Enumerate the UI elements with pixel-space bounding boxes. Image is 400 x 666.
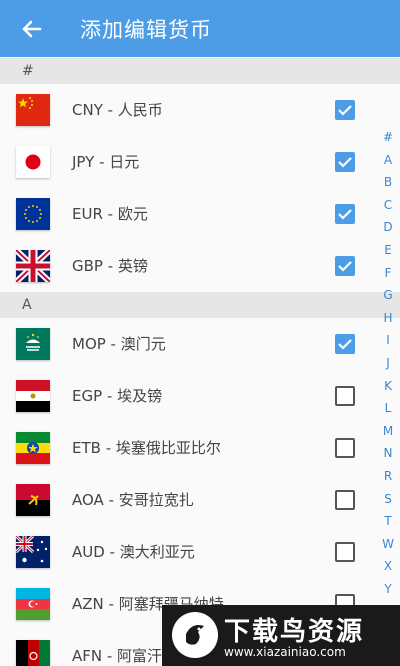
- currency-label: JPY - 日元: [72, 153, 140, 171]
- index-letter[interactable]: B: [376, 171, 400, 194]
- currency-label: AUD - 澳大利亚元: [72, 543, 195, 561]
- checkbox-checked[interactable]: [335, 152, 355, 172]
- currency-row-mop[interactable]: MOP - 澳门元: [0, 318, 372, 370]
- currency-row-aud[interactable]: AUD - 澳大利亚元: [0, 526, 372, 578]
- checkbox-unchecked[interactable]: [335, 542, 355, 562]
- index-letter[interactable]: Y: [376, 578, 400, 601]
- currency-row-cny[interactable]: CNY - 人民币: [0, 84, 372, 136]
- section-header-hash: #: [0, 58, 400, 84]
- index-letter[interactable]: K: [376, 375, 400, 398]
- japan-flag-icon: [16, 146, 50, 178]
- page-title: 添加编辑货币: [80, 18, 212, 42]
- currency-row-jpy[interactable]: JPY - 日元: [0, 136, 372, 188]
- egypt-flag-icon: [16, 380, 50, 412]
- currency-label: CNY - 人民币: [72, 101, 163, 119]
- index-letter[interactable]: H: [376, 307, 400, 330]
- index-letter[interactable]: R: [376, 465, 400, 488]
- currency-label: EUR - 欧元: [72, 205, 148, 223]
- watermark-url: www.xiazainiao.com: [224, 645, 346, 659]
- afghanistan-flag-icon: [16, 640, 50, 666]
- index-letter[interactable]: L: [376, 397, 400, 420]
- index-letter[interactable]: E: [376, 239, 400, 262]
- section-header-a: A: [0, 292, 400, 318]
- currency-label: EGP - 埃及镑: [72, 387, 163, 405]
- azerbaijan-flag-icon: [16, 588, 50, 620]
- eu-flag-icon: [16, 198, 50, 230]
- checkbox-checked[interactable]: [335, 334, 355, 354]
- index-letter[interactable]: M: [376, 420, 400, 443]
- currency-row-egp[interactable]: EGP - 埃及镑: [0, 370, 372, 422]
- australia-flag-icon: [16, 536, 50, 568]
- index-letter[interactable]: N: [376, 442, 400, 465]
- index-letter[interactable]: #: [376, 126, 400, 149]
- angola-flag-icon: [16, 484, 50, 516]
- currency-label: AOA - 安哥拉宽扎: [72, 491, 194, 509]
- arrow-left-icon[interactable]: [18, 15, 46, 43]
- index-letter[interactable]: T: [376, 510, 400, 533]
- checkbox-unchecked[interactable]: [335, 490, 355, 510]
- checkbox-checked[interactable]: [335, 256, 355, 276]
- index-letter[interactable]: X: [376, 555, 400, 578]
- currency-row-aoa[interactable]: AOA - 安哥拉宽扎: [0, 474, 372, 526]
- checkbox-unchecked[interactable]: [335, 438, 355, 458]
- currency-label: GBP - 英镑: [72, 257, 148, 275]
- index-letter[interactable]: G: [376, 284, 400, 307]
- index-letter[interactable]: S: [376, 488, 400, 511]
- index-letter[interactable]: J: [376, 352, 400, 375]
- index-letter[interactable]: A: [376, 149, 400, 172]
- currency-label: ETB - 埃塞俄比亚比尔: [72, 439, 221, 457]
- currency-label: MOP - 澳门元: [72, 335, 166, 353]
- ethiopia-flag-icon: [16, 432, 50, 464]
- checkbox-checked[interactable]: [335, 100, 355, 120]
- currency-row-eur[interactable]: EUR - 欧元: [0, 188, 372, 240]
- index-letter[interactable]: C: [376, 194, 400, 217]
- bird-logo-icon: [172, 612, 218, 658]
- index-letter[interactable]: F: [376, 262, 400, 285]
- checkbox-checked[interactable]: [335, 204, 355, 224]
- app-screen: 添加编辑货币 # CNY - 人民币 JPY - 日元 EUR - 欧元 GBP…: [0, 0, 400, 666]
- currency-row-gbp[interactable]: GBP - 英镑: [0, 240, 372, 292]
- macau-flag-icon: [16, 328, 50, 360]
- index-letter[interactable]: D: [376, 216, 400, 239]
- index-letter[interactable]: I: [376, 329, 400, 352]
- alphabet-index[interactable]: # A B C D E F G H I J K L M N R S T W X …: [376, 126, 400, 623]
- currency-row-etb[interactable]: ETB - 埃塞俄比亚比尔: [0, 422, 372, 474]
- uk-flag-icon: [16, 250, 50, 282]
- checkbox-unchecked[interactable]: [335, 386, 355, 406]
- index-letter[interactable]: W: [376, 533, 400, 556]
- watermark-title: 下载鸟资源: [224, 617, 365, 647]
- china-flag-icon: [16, 94, 50, 126]
- watermark: 下载鸟资源 www.xiazainiao.com: [162, 605, 400, 666]
- app-bar: 添加编辑货币: [0, 0, 400, 57]
